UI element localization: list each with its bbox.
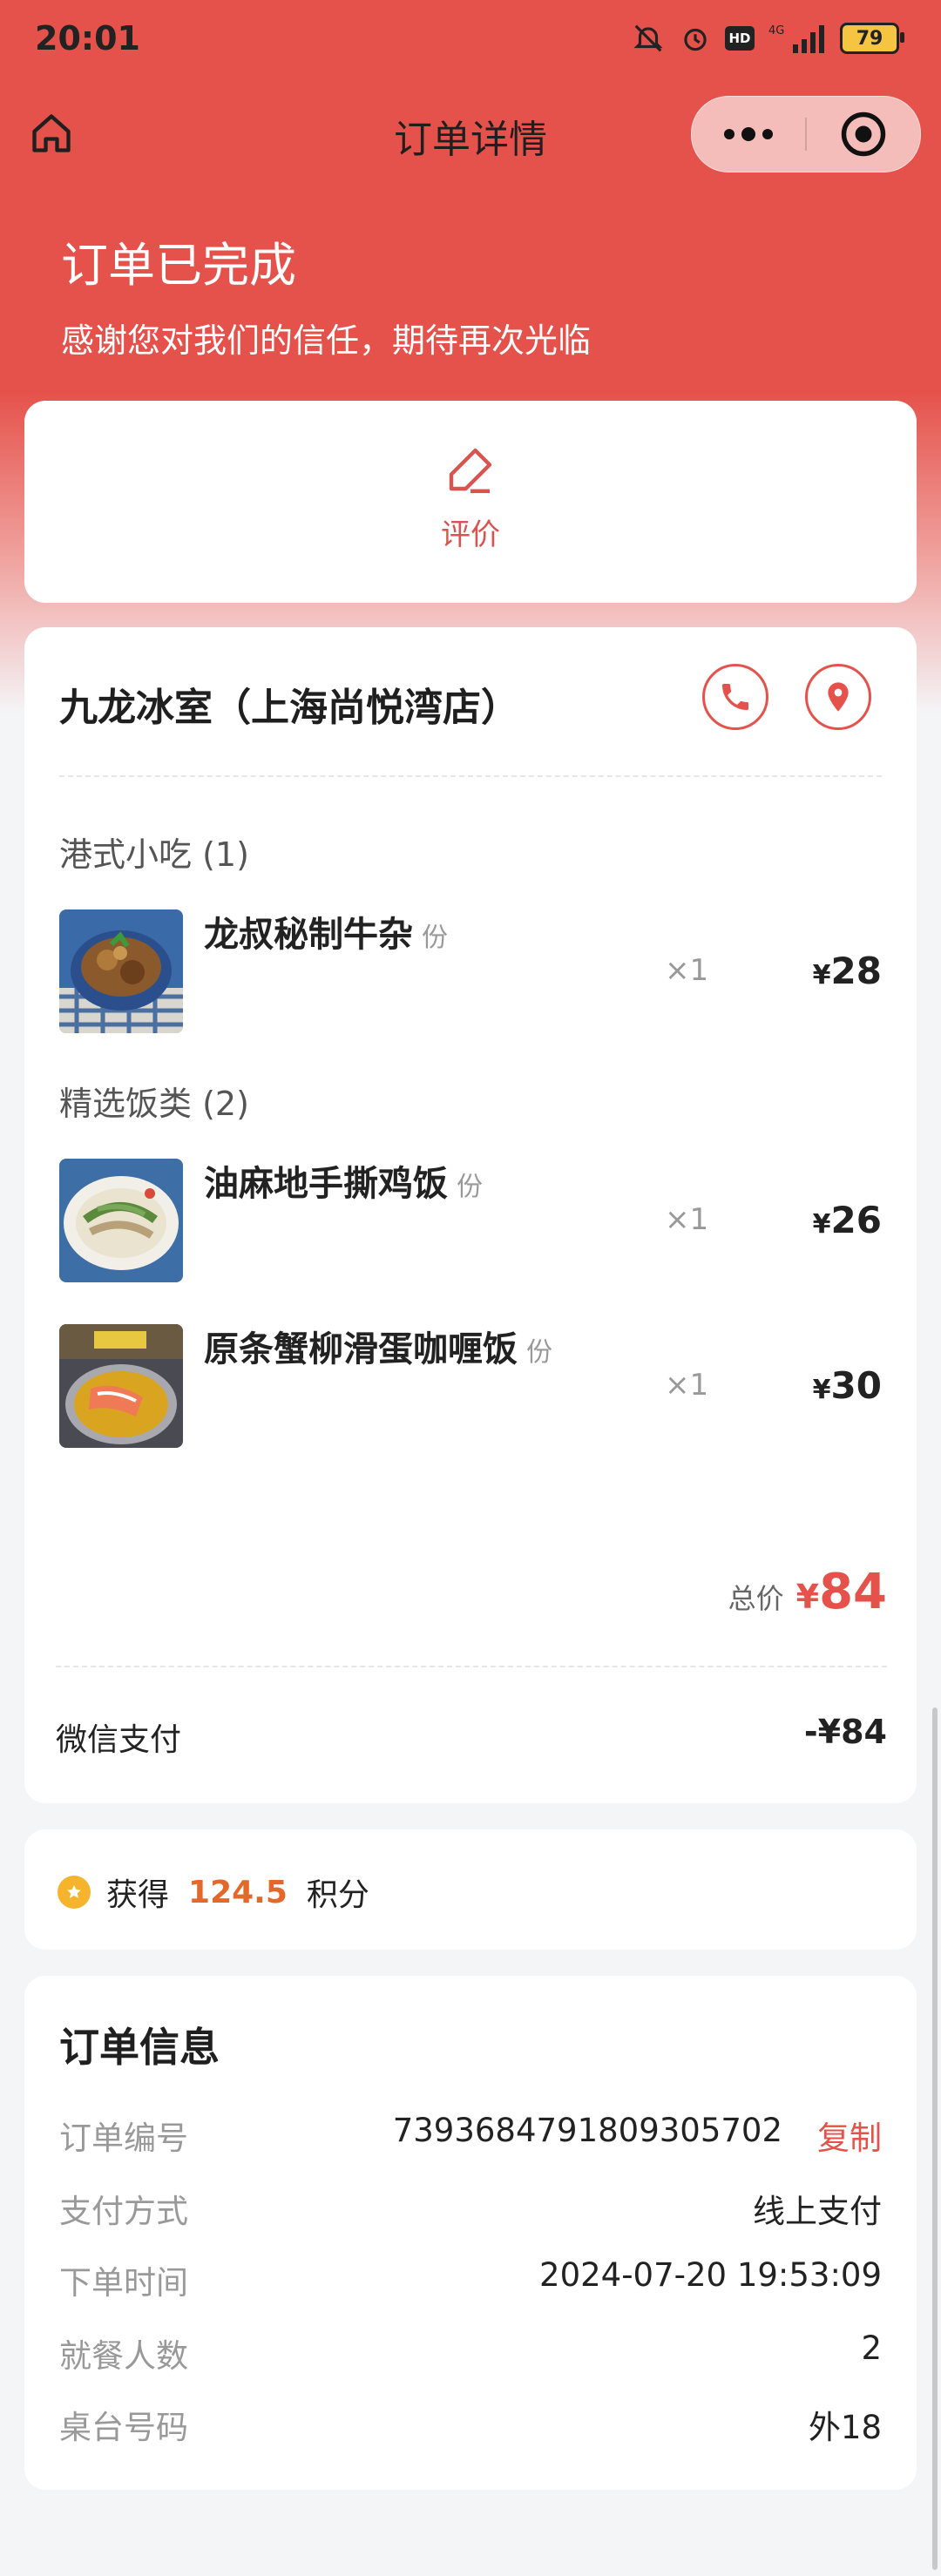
svg-text:4G: 4G xyxy=(768,24,784,37)
order-info-card: 订单信息 订单编号 7393684791809305702 复制 支付方式 线上… xyxy=(24,1976,917,2490)
review-card: 评价 xyxy=(24,401,917,603)
location-icon[interactable] xyxy=(805,664,871,730)
item-image[interactable] xyxy=(59,909,183,1033)
hd-icon: HD xyxy=(725,26,755,51)
table-value: 外18 xyxy=(808,2409,882,2446)
item-quantity: ×1 xyxy=(665,1368,709,1403)
item-price-yen: ¥ xyxy=(812,1375,831,1405)
shop-card: 九龙冰室（上海尚悦湾店） 港式小吃 (1) 龙叔秘制牛杂份 ×1 ¥28 精选饭… xyxy=(24,627,917,1803)
table-row: 桌台号码 外18 xyxy=(59,2401,882,2446)
item-name-text: 原条蟹柳滑蛋咖喱饭 xyxy=(204,1329,518,1369)
order-time-label: 下单时间 xyxy=(59,2264,188,2302)
item-price: ¥30 xyxy=(813,1364,882,1407)
total-yen: ¥ xyxy=(795,1578,820,1616)
mute-icon xyxy=(631,21,666,56)
order-number-value-wrap: 7393684791809305702 复制 xyxy=(393,2112,882,2159)
item-quantity: ×1 xyxy=(665,953,709,988)
points-suffix: 积分 xyxy=(306,1877,369,1913)
table-label: 桌台号码 xyxy=(59,2409,188,2446)
item-price: ¥26 xyxy=(813,1199,882,1241)
alarm-icon xyxy=(678,21,713,56)
diners-label: 就餐人数 xyxy=(59,2337,188,2375)
review-button[interactable]: 评价 xyxy=(24,441,917,553)
item-name: 原条蟹柳滑蛋咖喱饭份 xyxy=(204,1321,552,1371)
status-icons: HD 4G 79 xyxy=(631,21,904,56)
total-label: 总价 xyxy=(728,1582,784,1615)
order-time-row: 下单时间 2024-07-20 19:53:09 xyxy=(59,2256,882,2302)
nav-bar: 订单详情 xyxy=(0,96,941,174)
item-image[interactable] xyxy=(59,1159,183,1282)
diners-value: 2 xyxy=(861,2329,882,2367)
item-unit: 份 xyxy=(526,1337,552,1368)
item-name-text: 油麻地手撕鸡饭 xyxy=(204,1164,448,1204)
diners-row: 就餐人数 2 xyxy=(59,2329,882,2375)
item-price-value: 30 xyxy=(830,1364,882,1407)
scrollbar[interactable] xyxy=(932,1707,938,2570)
item-name: 油麻地手撕鸡饭份 xyxy=(204,1155,483,1206)
total-value: ¥84 xyxy=(796,1564,887,1620)
status-bar: 20:01 HD 4G 79 xyxy=(0,0,941,87)
group-title: 精选饭类 (2) xyxy=(59,1085,249,1123)
total-row: 总价 ¥84 xyxy=(728,1564,887,1620)
payment-method-label: 支付方式 xyxy=(59,2193,188,2230)
divider xyxy=(59,775,882,777)
shop-name: 九龙冰室（上海尚悦湾店） xyxy=(59,686,519,730)
total-amount: 84 xyxy=(819,1564,887,1620)
target-icon[interactable] xyxy=(807,97,920,172)
item-unit: 份 xyxy=(457,1172,483,1202)
signal-icon: 4G xyxy=(767,21,828,56)
payment-method-value: 线上支付 xyxy=(753,2193,882,2230)
review-label: 评价 xyxy=(441,517,500,552)
item-image[interactable] xyxy=(59,1324,183,1448)
phone-icon[interactable] xyxy=(702,664,768,730)
item-unit: 份 xyxy=(422,923,448,953)
payment-method-row: 支付方式 线上支付 xyxy=(59,2185,882,2230)
battery-icon: 79 xyxy=(840,23,904,54)
star-coin-icon xyxy=(58,1876,91,1909)
points-value: 124.5 xyxy=(188,1874,288,1910)
item-name-text: 龙叔秘制牛杂 xyxy=(204,915,413,955)
points-row: 获得 124.5 积分 xyxy=(58,1869,369,1915)
item-name: 龙叔秘制牛杂份 xyxy=(204,906,448,957)
order-number-label: 订单编号 xyxy=(59,2120,188,2157)
points-card: 获得 124.5 积分 xyxy=(24,1829,917,1950)
status-time: 20:01 xyxy=(35,19,140,57)
order-status: 订单已完成 xyxy=(61,238,296,293)
item-price: ¥28 xyxy=(813,950,882,992)
order-number-row: 订单编号 7393684791809305702 复制 xyxy=(59,2112,882,2157)
order-subtitle: 感谢您对我们的信任，期待再次光临 xyxy=(61,321,592,360)
order-time-value: 2024-07-20 19:53:09 xyxy=(539,2256,882,2294)
edit-icon xyxy=(449,448,492,493)
item-quantity: ×1 xyxy=(665,1202,709,1237)
order-number-value: 7393684791809305702 xyxy=(392,2112,782,2149)
item-price-yen: ¥ xyxy=(812,960,831,991)
copy-button[interactable]: 复制 xyxy=(817,2112,882,2159)
mini-program-capsule xyxy=(691,96,921,172)
item-price-value: 26 xyxy=(830,1199,882,1241)
group-title: 港式小吃 (1) xyxy=(59,835,249,874)
payment-label: 微信支付 xyxy=(56,1722,182,1758)
payment-value: -¥84 xyxy=(803,1713,887,1751)
item-price-value: 28 xyxy=(830,950,882,992)
item-price-yen: ¥ xyxy=(812,1209,831,1240)
more-icon[interactable] xyxy=(692,97,805,172)
divider xyxy=(56,1666,887,1667)
points-prefix: 获得 xyxy=(106,1877,170,1913)
order-info-title: 订单信息 xyxy=(59,2024,220,2071)
